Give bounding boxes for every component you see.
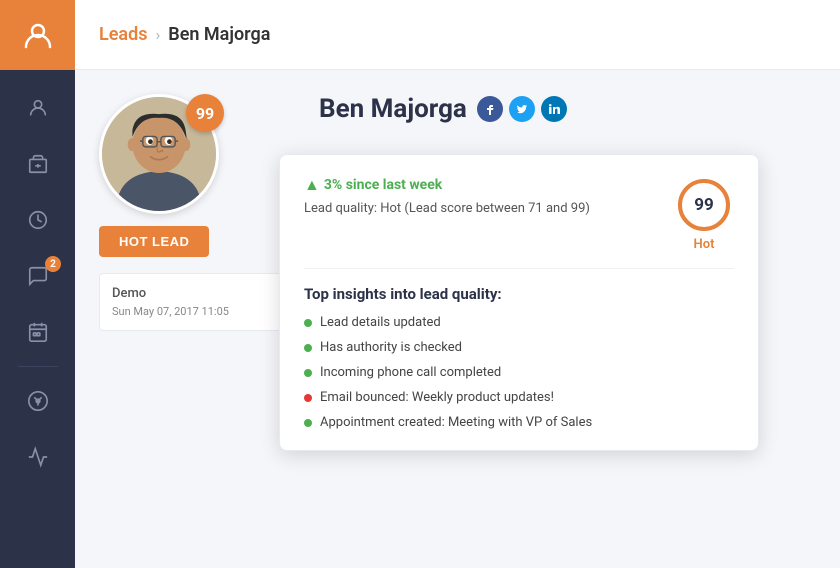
score-label: Hot	[694, 237, 715, 252]
list-item: Lead details updated	[304, 315, 734, 330]
lq-left-info: ▲ 3% since last week Lead quality: Hot (…	[304, 175, 590, 216]
card-label: Demo	[112, 286, 286, 301]
hot-lead-button[interactable]: HOT LEAD	[99, 226, 209, 257]
list-item: Has authority is checked	[304, 340, 734, 355]
dot-icon	[304, 344, 312, 352]
profile-area: 99 HOT LEAD Demo Sun May 07, 2017 11:05 …	[99, 94, 816, 341]
demo-card[interactable]: Demo Sun May 07, 2017 11:05	[99, 273, 299, 331]
avatar-container: 99	[99, 94, 219, 214]
lq-top-section: ▲ 3% since last week Lead quality: Hot (…	[304, 175, 734, 269]
sidebar-item-deals[interactable]	[0, 192, 75, 248]
sidebar-item-companies[interactable]	[0, 136, 75, 192]
sidebar-item-reports[interactable]	[0, 373, 75, 429]
up-arrow-icon: ▲	[304, 175, 320, 195]
lq-score-circle: 99 Hot	[674, 175, 734, 252]
profile-left: 99 HOT LEAD Demo Sun May 07, 2017 11:05	[99, 94, 299, 341]
sidebar-item-calendar[interactable]	[0, 304, 75, 360]
dot-icon	[304, 369, 312, 377]
twitter-icon[interactable]	[509, 96, 535, 122]
header: Leads › Ben Majorga	[75, 0, 840, 70]
insights-list: Lead details updated Has authority is ch…	[304, 315, 734, 430]
messages-badge: 2	[45, 256, 61, 272]
lq-percent: ▲ 3% since last week	[304, 175, 590, 195]
dot-icon	[304, 419, 312, 427]
list-item: Appointment created: Meeting with VP of …	[304, 415, 734, 430]
sidebar-item-messages[interactable]: 2	[0, 248, 75, 304]
content-area: 99 HOT LEAD Demo Sun May 07, 2017 11:05 …	[75, 70, 840, 568]
sidebar-item-contacts[interactable]	[0, 80, 75, 136]
main-content: Leads › Ben Majorga	[75, 0, 840, 568]
list-item: Email bounced: Weekly product updates!	[304, 390, 734, 405]
social-icons	[477, 96, 567, 122]
sidebar-divider	[18, 366, 58, 367]
linkedin-icon[interactable]	[541, 96, 567, 122]
score-ring: 99	[674, 175, 734, 235]
sidebar-item-analytics[interactable]	[0, 429, 75, 485]
profile-right: Ben Majorga	[319, 94, 816, 341]
list-item: Incoming phone call completed	[304, 365, 734, 380]
sidebar: 2	[0, 0, 75, 568]
dot-icon	[304, 319, 312, 327]
card-date: Sun May 07, 2017 11:05	[112, 305, 286, 318]
insights-title: Top insights into lead quality:	[304, 285, 734, 303]
avatar-score-badge: 99	[186, 94, 224, 132]
profile-name-row: Ben Majorga	[319, 94, 816, 124]
sidebar-nav: 2	[0, 70, 75, 485]
profile-name: Ben Majorga	[319, 94, 467, 124]
breadcrumb-leads[interactable]: Leads	[99, 24, 147, 45]
lq-description: Lead quality: Hot (Lead score between 71…	[304, 201, 590, 216]
score-ring-value: 99	[694, 195, 714, 215]
dot-icon	[304, 394, 312, 402]
lead-quality-popup: ▲ 3% since last week Lead quality: Hot (…	[279, 154, 759, 451]
breadcrumb-separator: ›	[155, 25, 160, 44]
facebook-icon[interactable]	[477, 96, 503, 122]
logo-button[interactable]	[0, 0, 75, 70]
breadcrumb: Leads › Ben Majorga	[99, 24, 270, 45]
breadcrumb-current: Ben Majorga	[168, 24, 270, 45]
